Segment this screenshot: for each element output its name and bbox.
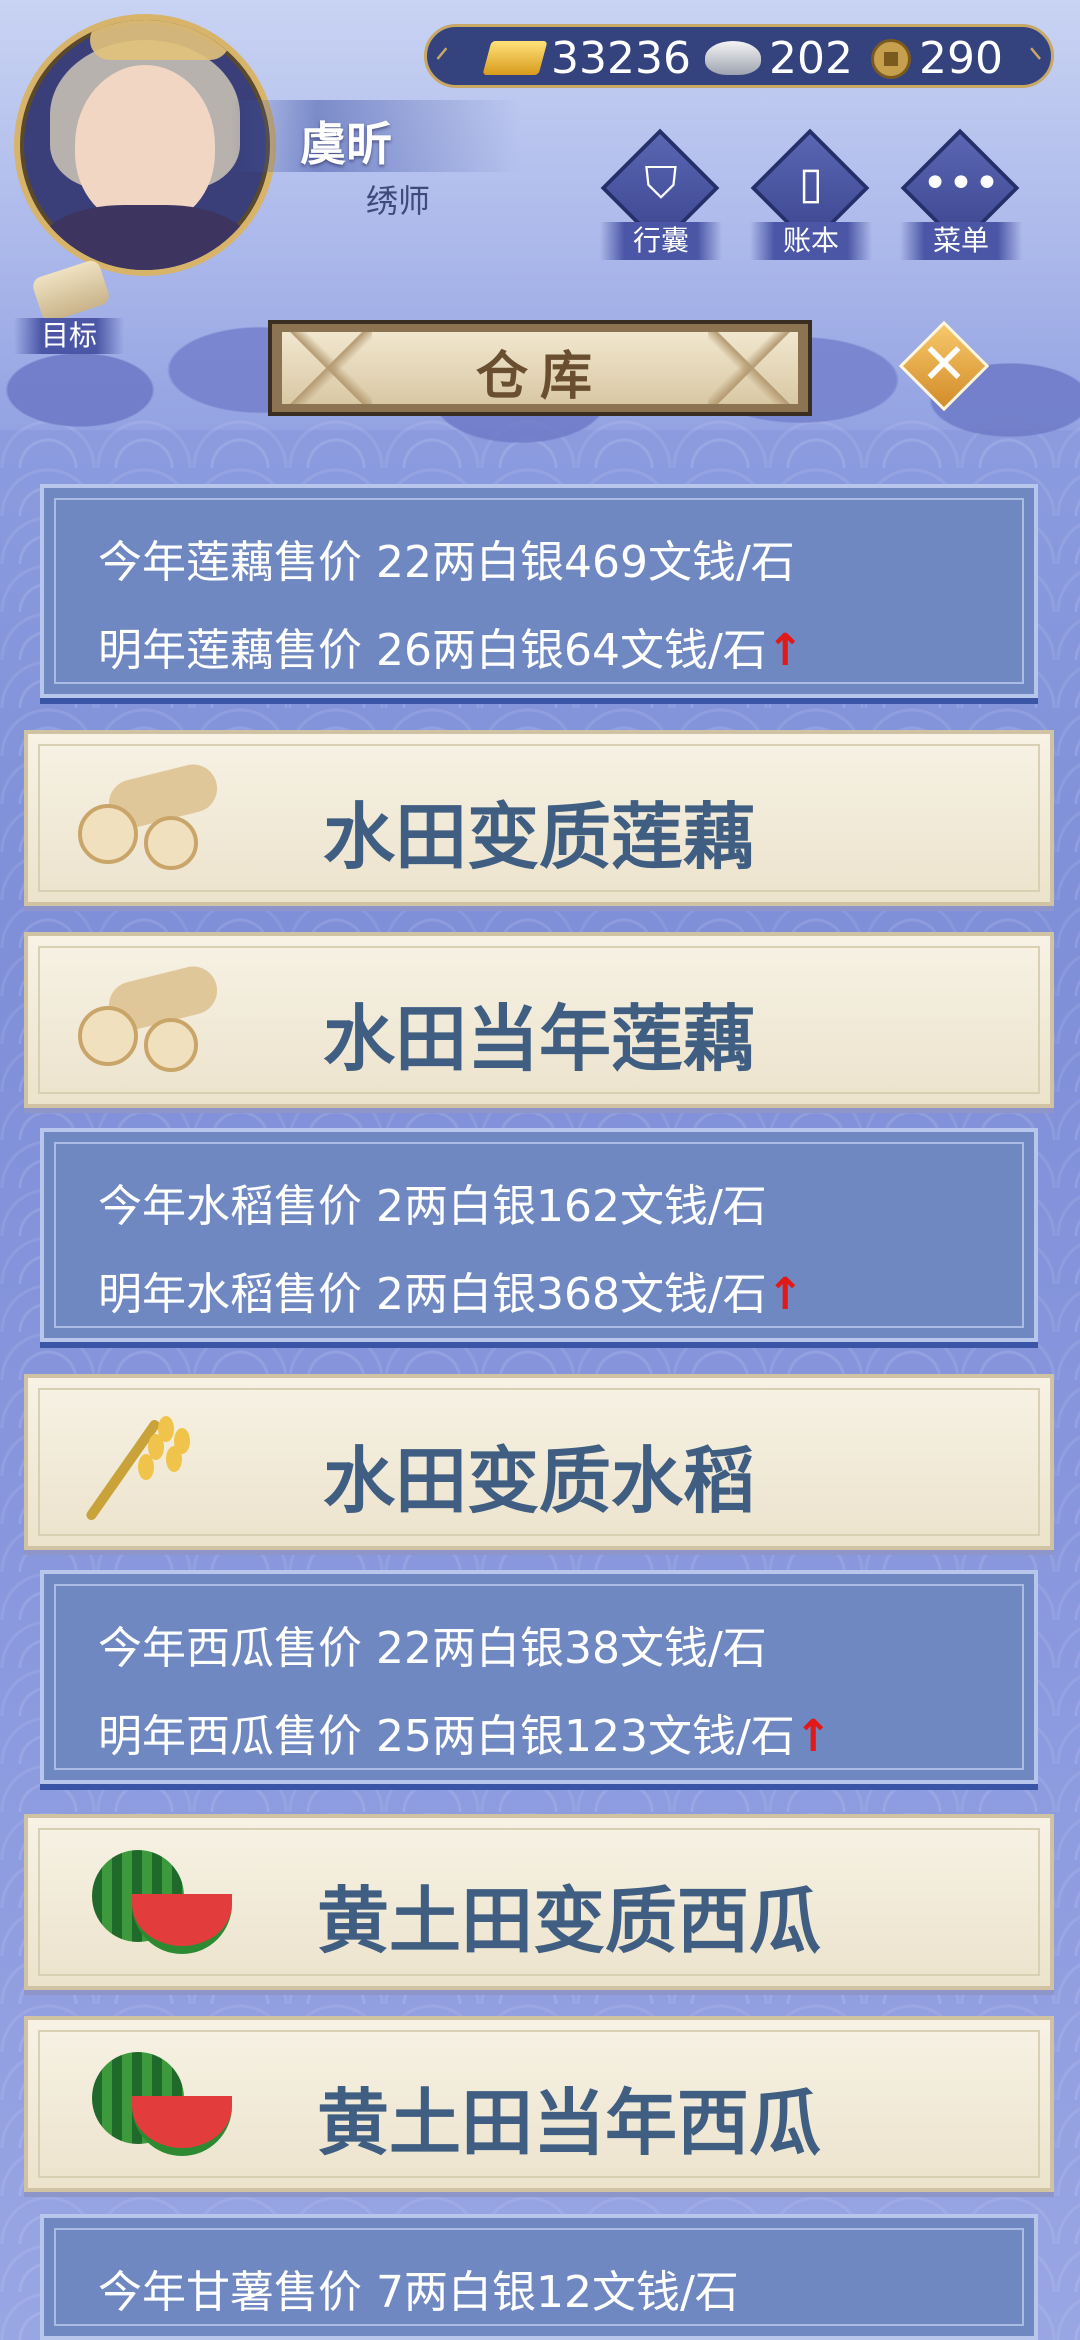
item-row[interactable]: 黄土田当年西瓜 [24,2016,1054,2192]
price-this-year: 今年西瓜售价 22两白银38文钱/石 [98,1623,767,1674]
price-card-rice: 今年水稻售价 2两白银162文钱/石 明年水稻售价 2两白银368文钱/石↑ [40,1128,1038,1342]
item-name: 水田当年莲藕 [322,997,755,1081]
warehouse-list[interactable]: 今年莲藕售价 22两白银469文钱/石 明年莲藕售价 26两白银64文钱/石↑ … [0,0,1080,2340]
price-next-year: 明年西瓜售价 25两白银123文钱/石↑ [98,1711,832,1762]
item-name: 黄土田当年西瓜 [316,2081,821,2165]
item-name: 水田变质莲藕 [322,795,755,879]
item-name: 水田变质水稻 [322,1439,755,1523]
price-card-watermelon: 今年西瓜售价 22两白银38文钱/石 明年西瓜售价 25两白银123文钱/石↑ [40,1570,1038,1784]
trend-up-icon: ↑ [794,1711,832,1762]
price-next-year: 明年水稻售价 2两白银368文钱/石↑ [98,1269,804,1320]
item-row[interactable]: 水田变质水稻 [24,1374,1054,1550]
item-row[interactable]: 水田变质莲藕 [24,730,1054,906]
price-card-lotus: 今年莲藕售价 22两白银469文钱/石 明年莲藕售价 26两白银64文钱/石↑ [40,484,1038,698]
item-row[interactable]: 水田当年莲藕 [24,932,1054,1108]
trend-up-icon: ↑ [766,1269,804,1320]
trend-up-icon: ↑ [766,625,804,676]
item-name: 黄土田变质西瓜 [316,1879,821,1963]
price-this-year: 今年甘薯售价 7两白银12文钱/石 [98,2267,739,2318]
price-this-year: 今年水稻售价 2两白银162文钱/石 [98,1181,767,1232]
item-row[interactable]: 黄土田变质西瓜 [24,1814,1054,1990]
price-next-year: 明年莲藕售价 26两白银64文钱/石↑ [98,625,804,676]
price-card-sweet-potato: 今年甘薯售价 7两白银12文钱/石 [40,2214,1038,2340]
price-this-year: 今年莲藕售价 22两白银469文钱/石 [98,537,795,588]
